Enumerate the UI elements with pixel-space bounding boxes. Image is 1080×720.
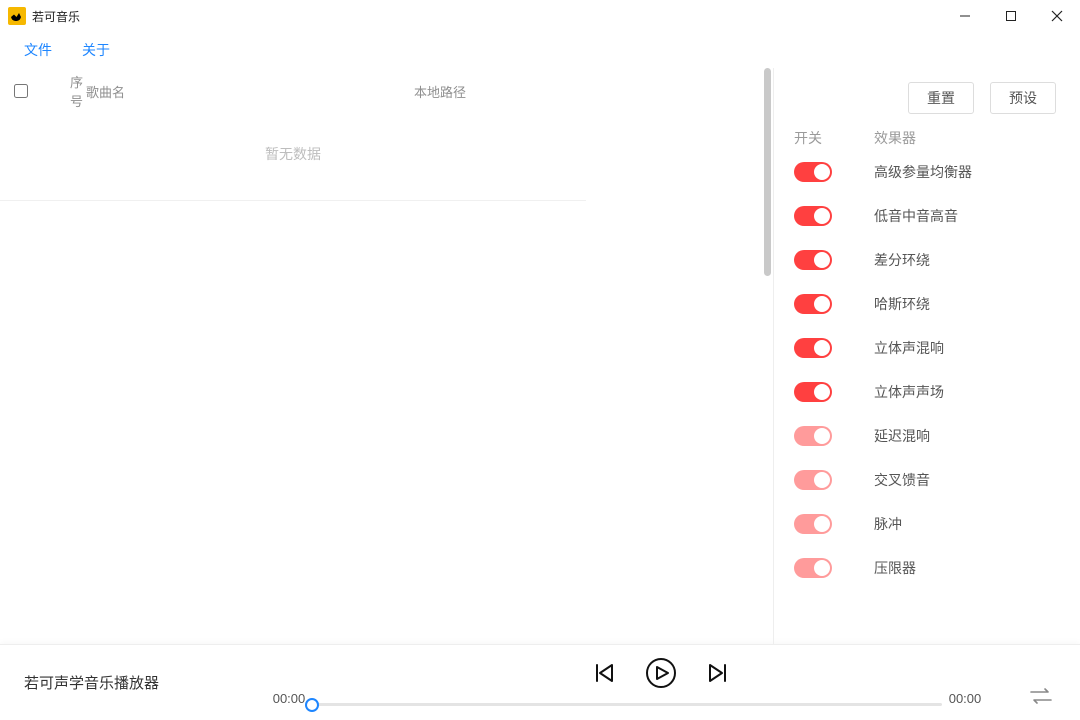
progress-knob[interactable] bbox=[305, 698, 319, 712]
effect-toggle[interactable] bbox=[794, 514, 832, 534]
app-icon bbox=[8, 7, 26, 25]
effect-toggle[interactable] bbox=[794, 294, 832, 314]
progress-track[interactable] bbox=[312, 703, 942, 706]
select-all-checkbox[interactable] bbox=[14, 84, 28, 98]
menu-bar: 文件 关于 bbox=[0, 32, 1080, 68]
table-header: 序号 歌曲名 本地路径 bbox=[0, 68, 586, 108]
time-total: 00:00 bbox=[942, 691, 988, 706]
close-button[interactable] bbox=[1034, 0, 1080, 32]
effect-row: 差分环绕 bbox=[794, 250, 1056, 270]
effect-toggle[interactable] bbox=[794, 426, 832, 446]
effect-name[interactable]: 高级参量均衡器 bbox=[874, 162, 1056, 182]
prev-button[interactable] bbox=[589, 658, 619, 688]
effect-name[interactable]: 低音中音高音 bbox=[874, 206, 1056, 226]
col-path: 本地路径 bbox=[286, 82, 586, 101]
title-bar: 若可音乐 bbox=[0, 0, 1080, 32]
player-bar: 若可声学音乐播放器 00:00 00:00 bbox=[0, 644, 1080, 720]
preset-button[interactable]: 预设 bbox=[990, 82, 1056, 114]
effect-toggle[interactable] bbox=[794, 250, 832, 270]
effect-row: 立体声声场 bbox=[794, 382, 1056, 402]
effect-name[interactable]: 立体声混响 bbox=[874, 338, 1056, 358]
reset-button[interactable]: 重置 bbox=[908, 82, 974, 114]
effect-name[interactable]: 压限器 bbox=[874, 558, 1056, 578]
loop-button[interactable] bbox=[1028, 686, 1056, 706]
effect-name[interactable]: 哈斯环绕 bbox=[874, 294, 1056, 314]
effect-row: 延迟混响 bbox=[794, 426, 1056, 446]
effect-toggle[interactable] bbox=[794, 470, 832, 490]
scrollbar-thumb[interactable] bbox=[764, 68, 771, 276]
table-empty: 暂无数据 bbox=[0, 108, 586, 200]
col-name: 歌曲名 bbox=[86, 82, 286, 101]
effect-row: 立体声混响 bbox=[794, 338, 1056, 358]
effect-name[interactable]: 脉冲 bbox=[874, 514, 1056, 534]
effect-toggle[interactable] bbox=[794, 558, 832, 578]
play-button[interactable] bbox=[643, 655, 679, 691]
effect-name[interactable]: 立体声声场 bbox=[874, 382, 1056, 402]
menu-about[interactable]: 关于 bbox=[82, 40, 110, 60]
menu-file[interactable]: 文件 bbox=[24, 40, 52, 60]
effect-toggle[interactable] bbox=[794, 162, 832, 182]
app-title: 若可音乐 bbox=[32, 8, 80, 25]
effect-toggle[interactable] bbox=[794, 206, 832, 226]
effect-name[interactable]: 交叉馈音 bbox=[874, 470, 1056, 490]
effect-row: 压限器 bbox=[794, 558, 1056, 578]
col-seq: 序号 bbox=[38, 72, 86, 110]
minimize-button[interactable] bbox=[942, 0, 988, 32]
effect-name[interactable]: 延迟混响 bbox=[874, 426, 1056, 446]
effect-toggle[interactable] bbox=[794, 338, 832, 358]
player-title: 若可声学音乐播放器 bbox=[24, 672, 254, 693]
effect-name[interactable]: 差分环绕 bbox=[874, 250, 1056, 270]
maximize-button[interactable] bbox=[988, 0, 1034, 32]
effect-row: 交叉馈音 bbox=[794, 470, 1056, 490]
effect-row: 哈斯环绕 bbox=[794, 294, 1056, 314]
col-switch: 开关 bbox=[794, 128, 874, 148]
next-button[interactable] bbox=[703, 658, 733, 688]
effects-pane: 重置 预设 开关 效果器 高级参量均衡器低音中音高音差分环绕哈斯环绕立体声混响立… bbox=[774, 68, 1080, 644]
effect-row: 高级参量均衡器 bbox=[794, 162, 1056, 182]
effect-toggle[interactable] bbox=[794, 382, 832, 402]
col-effect: 效果器 bbox=[874, 128, 1056, 148]
effect-row: 低音中音高音 bbox=[794, 206, 1056, 226]
playlist-pane: 序号 歌曲名 本地路径 暂无数据 bbox=[0, 68, 774, 644]
effect-row: 脉冲 bbox=[794, 514, 1056, 534]
